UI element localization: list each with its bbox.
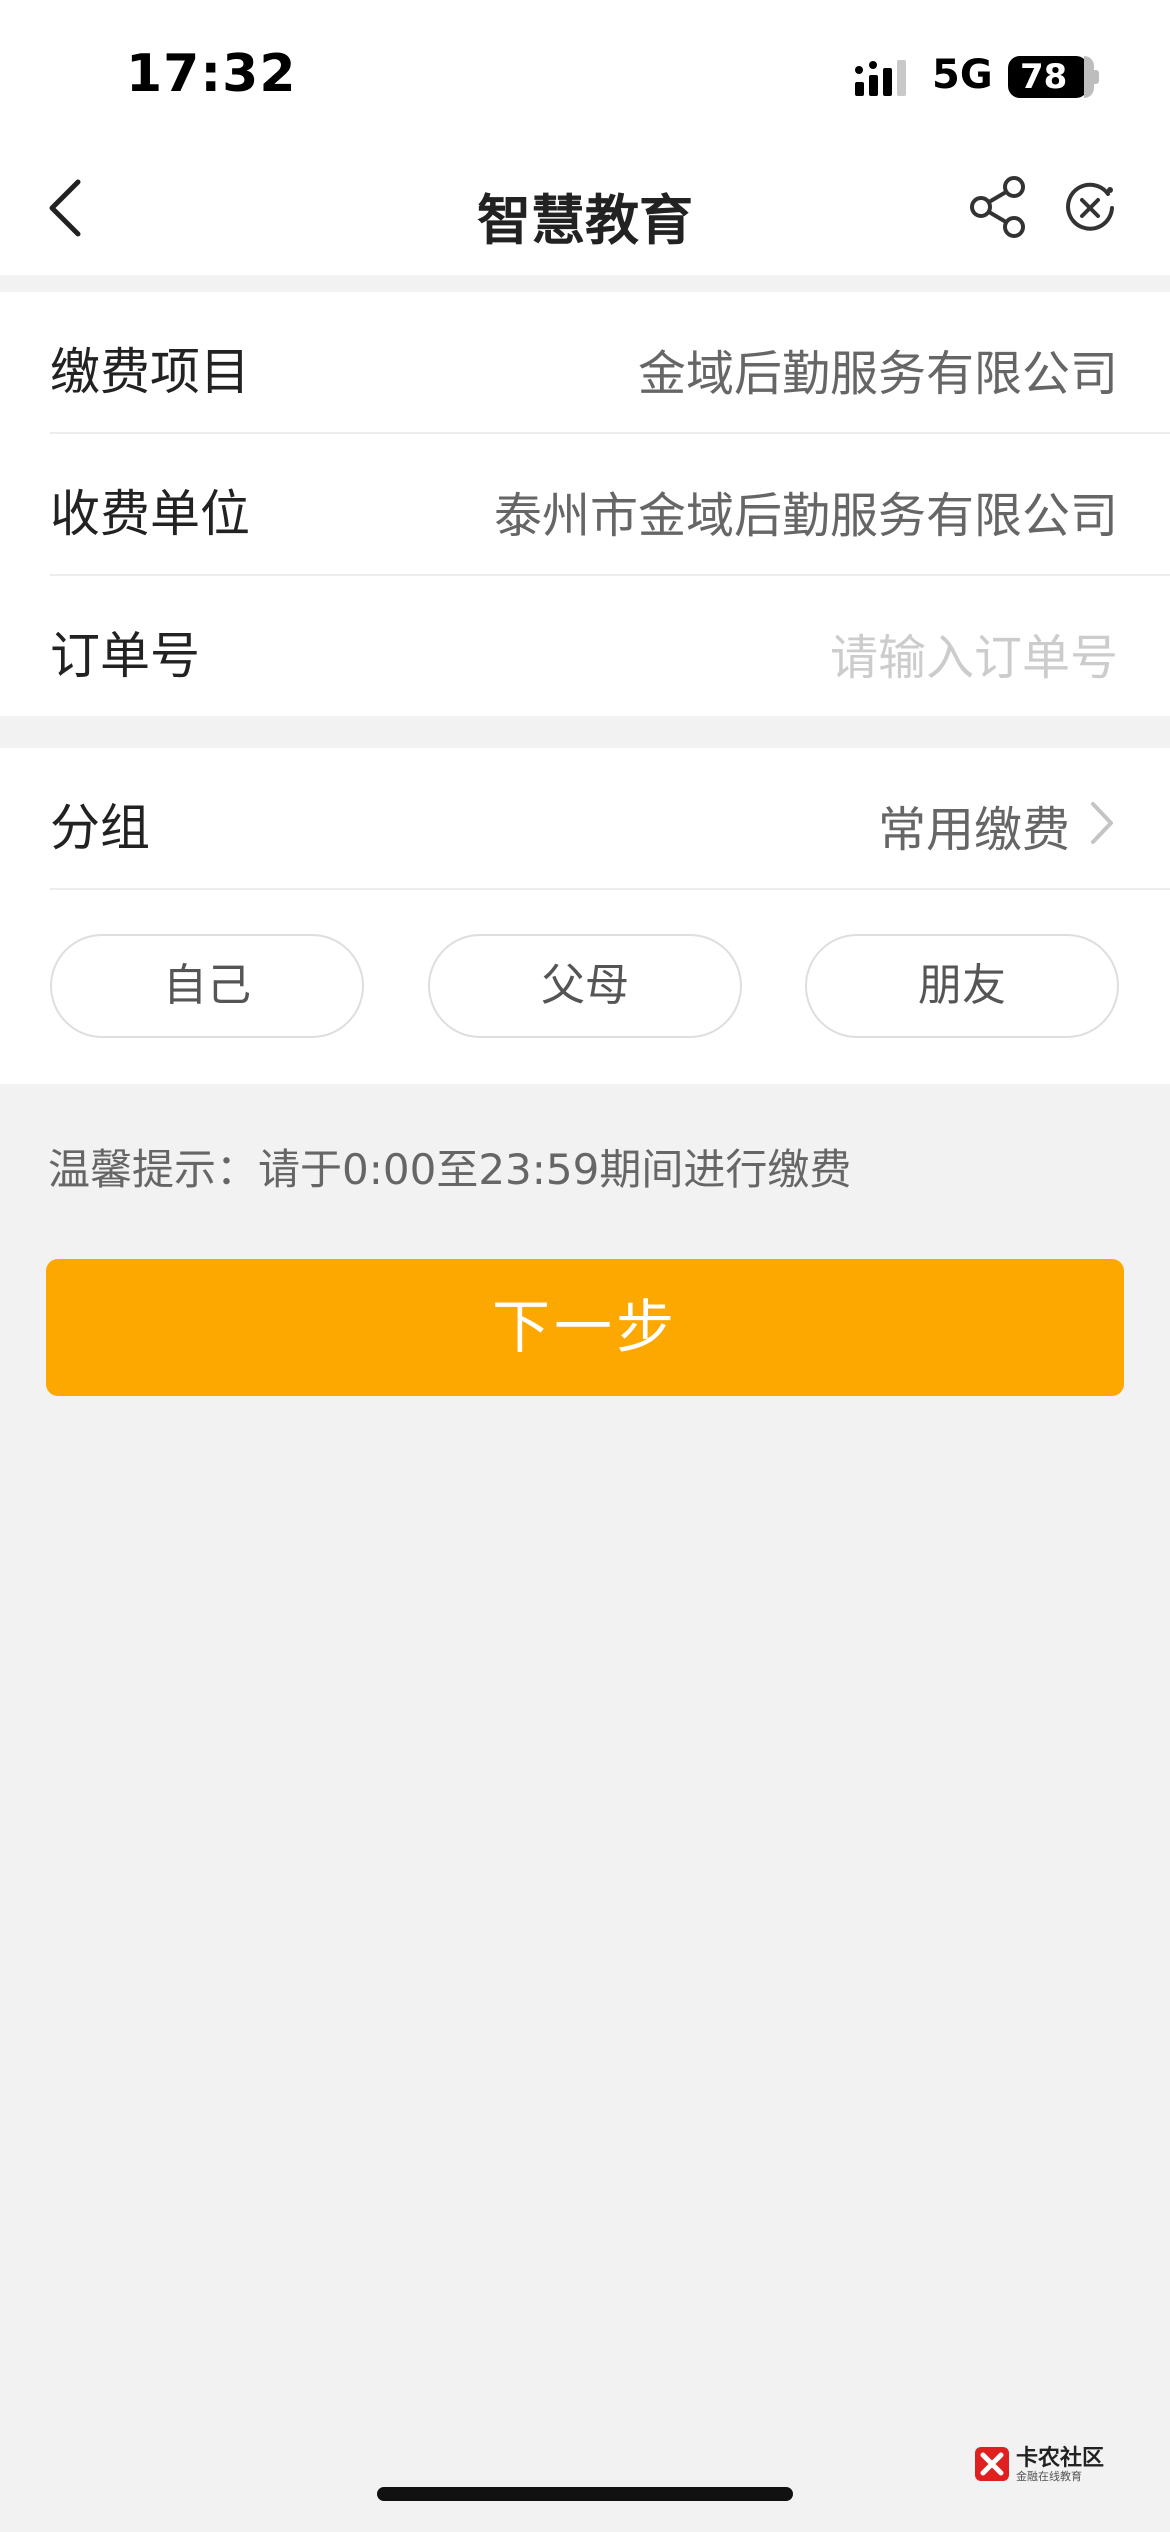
nav-bar: 智慧教育	[0, 140, 1170, 275]
signal-icon	[855, 60, 906, 96]
next-step-button[interactable]: 下一步	[46, 1259, 1124, 1396]
chevron-right-icon	[1091, 802, 1113, 844]
battery-nub	[1094, 70, 1099, 84]
status-time: 17:32	[126, 44, 297, 104]
divider	[50, 888, 1170, 890]
page: 17:32 5G 78 智慧教育 缴费项目 金域后勤服务有限公司 收费单位 泰州…	[0, 0, 1170, 2532]
group-chip-parents[interactable]: 父母	[428, 934, 742, 1038]
home-indicator[interactable]	[377, 2487, 793, 2501]
payment-item-label: 缴费项目	[50, 343, 250, 401]
watermark-subtitle: 金融在线教育	[1016, 2470, 1082, 2483]
group-label: 分组	[50, 799, 150, 857]
group-chip-friends[interactable]: 朋友	[805, 934, 1119, 1038]
group-row[interactable]: 分组 常用缴费	[0, 748, 1170, 890]
network-type: 5G	[932, 52, 993, 98]
payee-value: 泰州市金域后勤服务有限公司	[493, 488, 1118, 544]
payee-label: 收费单位	[50, 485, 250, 543]
payment-item-value: 金域后勤服务有限公司	[637, 346, 1118, 402]
order-number-row: 订单号 请输入订单号	[0, 576, 1170, 718]
watermark-logo-icon	[975, 2447, 1009, 2481]
payment-info-section: 缴费项目 金域后勤服务有限公司 收费单位 泰州市金域后勤服务有限公司 订单号 请…	[0, 292, 1170, 716]
battery-icon: 78	[1008, 56, 1088, 98]
order-number-input[interactable]: 请输入订单号	[830, 618, 1118, 688]
close-icon[interactable]	[1062, 180, 1118, 236]
watermark: 卡农社区 金融在线教育	[972, 2440, 1122, 2486]
payment-time-tip: 温馨提示：请于0:00至23:59期间进行缴费	[48, 1145, 852, 1194]
battery-empty-part	[1084, 56, 1094, 98]
group-chip-self[interactable]: 自己	[50, 934, 364, 1038]
share-icon[interactable]	[966, 174, 1032, 240]
payee-row: 收费单位 泰州市金域后勤服务有限公司	[0, 434, 1170, 576]
status-bar: 17:32 5G 78	[0, 0, 1170, 140]
group-value[interactable]: 常用缴费	[878, 790, 1070, 860]
order-number-label: 订单号	[50, 627, 200, 685]
group-section: 分组 常用缴费 自己 父母 朋友	[0, 748, 1170, 1084]
payment-item-row: 缴费项目 金域后勤服务有限公司	[0, 292, 1170, 434]
